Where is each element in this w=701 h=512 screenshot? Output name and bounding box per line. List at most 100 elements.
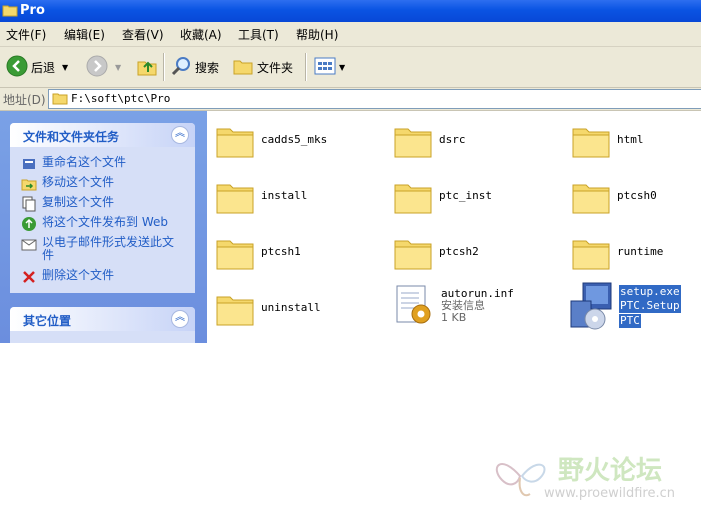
address-input[interactable]: F:\soft\ptc\Pro: [48, 89, 701, 109]
other-places-title: 其它位置: [23, 314, 72, 328]
collapse-chevron-icon[interactable]: ︽: [171, 310, 189, 328]
views-icon: [314, 57, 336, 78]
window-title: Pro: [20, 3, 45, 18]
menu-edit[interactable]: 编辑(E): [64, 26, 105, 43]
file-size: 1 KB: [441, 311, 467, 324]
views-dropdown-icon: ▼: [339, 62, 346, 72]
task-delete-label: 删除这个文件: [42, 268, 115, 282]
forward-arrow-icon: [86, 55, 108, 80]
back-dropdown-icon[interactable]: ▼: [62, 63, 68, 72]
watermark-title: 野火论坛: [558, 456, 663, 486]
folder-item[interactable]: uninstall: [215, 289, 321, 327]
folder-item[interactable]: html: [571, 121, 644, 159]
search-button[interactable]: 搜索: [170, 53, 219, 81]
menu-tools[interactable]: 工具(T): [238, 26, 279, 43]
address-bar: 地址(D) F:\soft\ptc\Pro: [0, 88, 701, 111]
folder-icon: [52, 91, 68, 108]
other-places-header[interactable]: 其它位置 ︽: [10, 307, 195, 331]
menu-bar: 文件(F) 编辑(E) 查看(V) 收藏(A) 工具(T) 帮助(H): [0, 22, 701, 47]
folders-button[interactable]: 文件夹: [232, 53, 293, 81]
file-item-setup[interactable]: setup.exe PTC.Setup PTC: [569, 281, 681, 331]
folder-item[interactable]: ptc_inst: [393, 177, 492, 215]
folder-item[interactable]: install: [215, 177, 307, 215]
folder-item[interactable]: ptcsh0: [571, 177, 657, 215]
folder-item[interactable]: dsrc: [393, 121, 466, 159]
setup-text: setup.exe PTC.Setup PTC: [619, 284, 681, 328]
task-move[interactable]: 移动这个文件: [21, 176, 114, 192]
task-email-label: 以电子邮件形式发送此文件: [42, 235, 175, 262]
file-description: PTC.Setup: [619, 298, 681, 313]
task-move-label: 移动这个文件: [42, 175, 115, 189]
autorun-text: autorun.inf 安装信息 1 KB: [441, 288, 514, 324]
folder-icon: [572, 184, 610, 214]
back-button[interactable]: 后退 ▼: [6, 53, 68, 81]
collapse-chevron-icon[interactable]: ︽: [171, 126, 189, 144]
forward-button[interactable]: ▼: [86, 53, 121, 81]
file-tasks-title: 文件和文件夹任务: [23, 130, 120, 144]
file-company: PTC: [619, 313, 641, 328]
other-places-panel: 其它位置 ︽: [10, 307, 195, 343]
menu-view[interactable]: 查看(V): [122, 26, 164, 43]
back-label: 后退: [31, 60, 56, 75]
task-publish-web-label: 将这个文件发布到 Web: [42, 215, 168, 229]
file-tasks-panel: 文件和文件夹任务 ︽ 重命名这个文件 移动这个文件 复制这个文件 将这个文件发布…: [10, 123, 195, 293]
folder-item[interactable]: cadds5_mks: [215, 121, 327, 159]
menu-help[interactable]: 帮助(H): [296, 26, 338, 43]
file-name: ptcsh1: [261, 245, 301, 258]
copy-icon: [22, 196, 36, 212]
folders-icon: [232, 55, 254, 80]
task-rename-label: 重命名这个文件: [42, 155, 127, 169]
toolbar: 后退 ▼ ▼ 搜索 文件夹 ▼: [0, 47, 701, 88]
file-name: ptc_inst: [439, 189, 492, 202]
file-name: ptcsh0: [617, 189, 657, 202]
move-icon: [21, 179, 37, 191]
search-label: 搜索: [195, 60, 220, 75]
rename-icon: [23, 159, 35, 169]
delete-x-icon: [23, 271, 35, 283]
file-name: cadds5_mks: [261, 133, 328, 146]
views-button[interactable]: ▼: [314, 53, 345, 81]
task-publish-web[interactable]: 将这个文件发布到 Web: [21, 216, 168, 232]
folder-icon: [394, 128, 432, 158]
folder-icon: [216, 240, 254, 270]
folders-label: 文件夹: [257, 60, 294, 75]
file-name: ptcsh2: [439, 245, 479, 258]
folder-icon: [394, 184, 432, 214]
search-icon: [170, 55, 192, 80]
back-arrow-icon: [6, 55, 28, 80]
task-copy[interactable]: 复制这个文件: [21, 196, 114, 212]
setup-information-file-icon: [396, 285, 431, 324]
file-item-autorun[interactable]: autorun.inf 安装信息 1 KB: [393, 283, 514, 329]
file-name: html: [617, 133, 644, 146]
folder-icon: [394, 240, 432, 270]
folder-icon: [2, 3, 18, 20]
file-name: setup.exe: [619, 284, 681, 299]
task-rename[interactable]: 重命名这个文件: [21, 156, 126, 172]
task-delete[interactable]: 删除这个文件: [21, 269, 114, 285]
folder-item[interactable]: ptcsh2: [393, 233, 479, 271]
task-email[interactable]: 以电子邮件形式发送此文件: [21, 236, 181, 262]
task-pane: 文件和文件夹任务 ︽ 重命名这个文件 移动这个文件 复制这个文件 将这个文件发布…: [0, 111, 207, 343]
menu-file[interactable]: 文件(F): [6, 26, 46, 43]
file-tasks-header[interactable]: 文件和文件夹任务 ︽: [10, 123, 195, 147]
folder-icon: [216, 296, 254, 326]
forward-dropdown-icon[interactable]: ▼: [115, 63, 121, 72]
watermark-logo: 野火论坛 www.proewildfire.cn: [490, 448, 700, 508]
title-bar[interactable]: Pro: [0, 0, 701, 22]
email-icon: [21, 239, 37, 251]
globe-icon: [22, 217, 36, 231]
folder-icon: [216, 128, 254, 158]
address-path: F:\soft\ptc\Pro: [71, 92, 171, 105]
up-button[interactable]: [136, 53, 158, 81]
folder-item[interactable]: ptcsh1: [215, 233, 301, 271]
file-name: uninstall: [261, 301, 321, 314]
file-name: dsrc: [439, 133, 466, 146]
task-copy-label: 复制这个文件: [42, 195, 115, 209]
setup-installer-icon: [570, 282, 612, 330]
file-name: install: [261, 189, 308, 202]
folder-item[interactable]: runtime: [571, 233, 663, 271]
address-label: 地址(D): [3, 93, 46, 107]
menu-favorites[interactable]: 收藏(A): [180, 26, 222, 43]
file-name: runtime: [617, 245, 664, 258]
watermark-url: www.proewildfire.cn: [544, 486, 675, 501]
